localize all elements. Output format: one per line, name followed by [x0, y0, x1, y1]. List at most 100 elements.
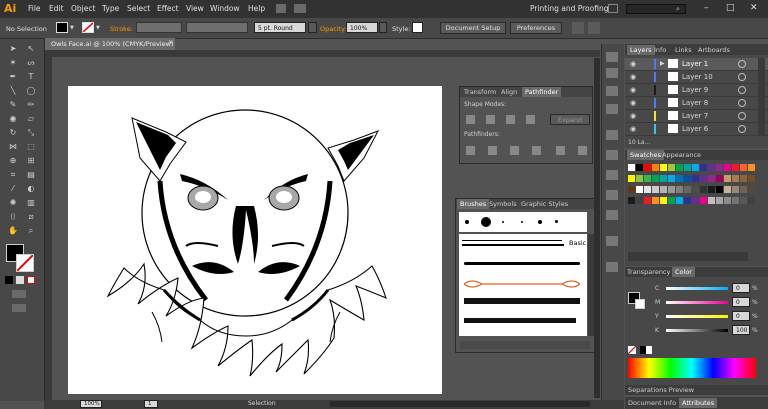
color-swatch[interactable]	[636, 197, 643, 204]
color-swatch[interactable]	[748, 197, 755, 204]
crop-icon[interactable]	[532, 146, 541, 155]
artboard-tool-icon[interactable]: ⌷	[8, 212, 18, 222]
brush-stroke[interactable]	[462, 244, 564, 246]
horizontal-scrollbar[interactable]	[330, 401, 590, 407]
color-swatch[interactable]	[700, 197, 707, 204]
outline-icon[interactable]	[556, 146, 565, 155]
color-swatch[interactable]	[692, 197, 699, 204]
type-tool-icon[interactable]: T	[26, 72, 36, 82]
target-icon[interactable]	[738, 112, 746, 120]
chevron-down-icon[interactable]: ▼	[70, 25, 74, 31]
brush-tip[interactable]	[555, 220, 558, 223]
color-panel-icon[interactable]	[606, 52, 618, 62]
black-slider[interactable]	[666, 329, 728, 332]
color-swatch[interactable]	[668, 197, 675, 204]
gradient-tool-icon[interactable]: ▤	[26, 170, 36, 180]
workspace-switcher[interactable]: Printing and Proofing	[530, 4, 608, 13]
color-swatch[interactable]	[724, 197, 731, 204]
tab-artboards[interactable]: Artboards	[698, 45, 730, 55]
swatches-icon[interactable]	[606, 86, 618, 96]
variable-width-profile[interactable]	[186, 22, 248, 33]
color-guide-icon[interactable]	[606, 68, 618, 78]
tab-brushes[interactable]: Brushes	[457, 199, 490, 209]
stroke-swatch[interactable]	[82, 22, 94, 33]
color-swatch[interactable]	[676, 164, 683, 171]
tab-transform[interactable]: Transform	[464, 87, 496, 97]
minus-back-icon[interactable]	[578, 146, 587, 155]
color-swatch[interactable]	[676, 197, 683, 204]
color-swatch[interactable]	[676, 186, 683, 193]
yellow-slider[interactable]	[666, 315, 728, 318]
menu-edit[interactable]: Edit	[49, 4, 64, 13]
maximize-button[interactable]: □	[726, 3, 735, 13]
close-button[interactable]: ✕	[750, 3, 758, 13]
none-mode-icon[interactable]	[27, 276, 35, 284]
black-value[interactable]: 100	[732, 325, 750, 335]
eye-icon[interactable]: ◉	[630, 73, 636, 81]
intersect-icon[interactable]	[506, 115, 515, 124]
tab-pathfinder[interactable]: Pathfinder	[522, 87, 562, 97]
menu-file[interactable]: File	[28, 4, 41, 13]
shape-builder-tool-icon[interactable]: ⊕	[8, 156, 18, 166]
color-swatch[interactable]	[724, 175, 731, 182]
pen-tool-icon[interactable]: ✒	[8, 72, 18, 82]
layer-name[interactable]: Layer 9	[682, 86, 708, 94]
opacity-dropdown-icon[interactable]	[379, 22, 387, 33]
target-icon[interactable]	[738, 86, 746, 94]
trim-icon[interactable]	[488, 146, 497, 155]
cyan-slider[interactable]	[666, 287, 728, 290]
white-swatch[interactable]	[646, 346, 652, 354]
color-swatch[interactable]	[692, 164, 699, 171]
color-swatch[interactable]	[628, 164, 635, 171]
color-swatch[interactable]	[644, 164, 651, 171]
artboard-number-field[interactable]: 1	[144, 400, 158, 408]
transform-icon[interactable]	[588, 22, 600, 34]
layer-name[interactable]: Layer 7	[682, 112, 708, 120]
brush-stroke[interactable]	[462, 278, 582, 290]
layer-name[interactable]: Layer 8	[682, 99, 708, 107]
color-swatch[interactable]	[660, 164, 667, 171]
magenta-value[interactable]: 0	[732, 297, 750, 307]
layers-icon[interactable]	[606, 236, 618, 246]
color-swatch[interactable]	[740, 186, 747, 193]
screen-mode-icon[interactable]	[12, 304, 26, 312]
color-swatch[interactable]	[660, 175, 667, 182]
vertical-scrollbar[interactable]	[594, 58, 600, 398]
brush-tip[interactable]	[465, 220, 469, 224]
color-swatch[interactable]	[628, 186, 635, 193]
tab-attributes[interactable]: Attributes	[679, 398, 718, 408]
tab-layers[interactable]: Layers	[627, 45, 655, 55]
pencil-tool-icon[interactable]: ✏	[26, 100, 36, 110]
zoom-field[interactable]: 100%	[80, 400, 102, 408]
color-swatch[interactable]	[652, 164, 659, 171]
exclude-icon[interactable]	[526, 115, 535, 124]
color-swatch[interactable]	[644, 197, 651, 204]
yellow-value[interactable]: 0	[732, 311, 750, 321]
color-swatch[interactable]	[668, 175, 675, 182]
brush-tip[interactable]	[538, 220, 542, 224]
align-icon[interactable]	[572, 22, 584, 34]
color-swatch[interactable]	[660, 197, 667, 204]
layer-name[interactable]: Layer 1	[682, 60, 708, 68]
arrange-documents-icon[interactable]	[294, 4, 306, 13]
color-swatch[interactable]	[652, 186, 659, 193]
gradient-icon[interactable]	[606, 170, 618, 180]
color-swatch[interactable]	[636, 164, 643, 171]
slice-tool-icon[interactable]: ⧄	[26, 212, 36, 222]
menu-window[interactable]: Window	[210, 4, 240, 13]
tab-symbols[interactable]: Symbols	[489, 199, 517, 209]
brush-tip[interactable]	[481, 217, 491, 227]
eye-icon[interactable]: ◉	[630, 60, 636, 68]
stroke-weight-field[interactable]	[136, 22, 182, 33]
tab-swatches[interactable]: Swatches	[627, 150, 665, 160]
tab-transparency[interactable]: Transparency	[627, 267, 670, 277]
tab-links[interactable]: Links	[675, 45, 692, 55]
drawing-mode-icon[interactable]	[12, 290, 26, 298]
brush-stroke[interactable]	[464, 298, 580, 304]
color-swatch[interactable]	[716, 164, 723, 171]
tab-appearance[interactable]: Appearance	[662, 150, 701, 160]
tab-document-info[interactable]: Document Info	[628, 398, 676, 408]
workspace-dropdown-icon[interactable]	[608, 4, 618, 13]
minus-front-icon[interactable]	[486, 115, 495, 124]
target-icon[interactable]	[738, 99, 746, 107]
